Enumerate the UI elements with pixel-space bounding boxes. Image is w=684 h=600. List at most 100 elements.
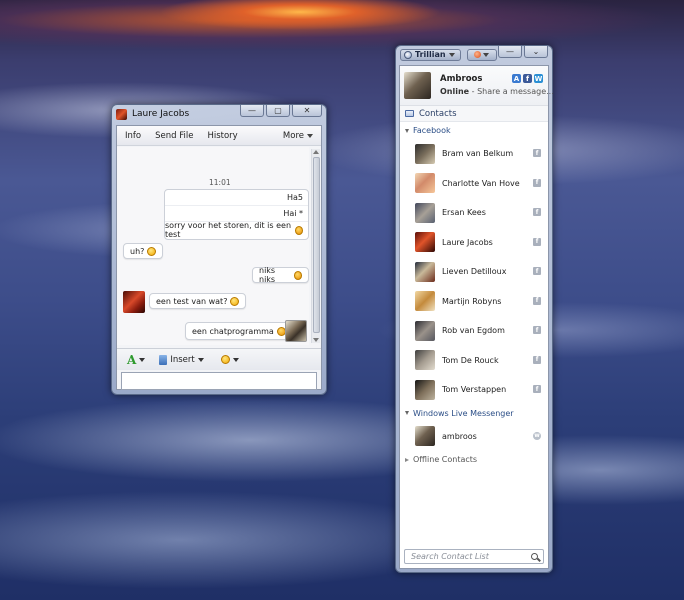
facebook-icon: f	[533, 355, 541, 364]
facebook-icon: f	[533, 267, 541, 275]
search-icon[interactable]	[531, 553, 538, 560]
contact-item[interactable]: Ersan Kees f	[400, 198, 548, 228]
contact-item[interactable]: Tom De Rouck f	[400, 346, 548, 376]
user-avatar[interactable]	[404, 72, 431, 99]
contact-item[interactable]: Lieven Detilloux f	[400, 257, 548, 287]
contact-avatar	[415, 143, 435, 164]
chat-menubar: Info Send File History More	[117, 126, 321, 146]
group-label: Windows Live Messenger	[413, 408, 514, 418]
trillian-menu-button[interactable]: Trillian	[400, 48, 461, 61]
outgoing-message-group: Ha5 Hai * sorry voor het storen, dit is …	[164, 189, 309, 240]
contact-avatar	[415, 261, 435, 282]
contact-name: Charlotte Van Hove	[442, 178, 520, 188]
windows-live-icon[interactable]: W	[534, 74, 543, 83]
minimize-button[interactable]: —	[240, 105, 264, 117]
incoming-message: uh?	[123, 243, 164, 259]
emoticon-icon	[220, 355, 230, 364]
group-label: Facebook	[413, 126, 451, 135]
contact-avatar	[415, 379, 435, 400]
chat-titlebar[interactable]: Laure Jacobs — ▢ ✕	[112, 105, 326, 123]
contact-item[interactable]: Tom Verstappen f	[400, 375, 548, 405]
contact-item[interactable]: ambroos w	[400, 422, 548, 452]
message-line: Hai *	[165, 206, 308, 222]
insert-icon	[159, 354, 168, 365]
contact-avatar	[415, 291, 435, 312]
profile-status[interactable]: Online - Share a message...	[440, 87, 554, 96]
message-text: Hai *	[283, 209, 303, 218]
collapse-icon	[405, 457, 409, 462]
smile-emoticon-icon	[147, 246, 157, 256]
conversation-area: 11:01 Ha5 Hai * sorry voor het storen, d…	[117, 147, 309, 345]
menu-history[interactable]: History	[207, 131, 237, 141]
message-text: Ha5	[286, 193, 303, 202]
contact-item[interactable]: Charlotte Van Hove f	[400, 169, 548, 199]
status-button[interactable]	[466, 48, 497, 61]
facebook-icon: f	[533, 208, 541, 216]
contact-avatar	[415, 232, 435, 253]
chat-body: Info Send File History More 11:01 Ha5 Ha…	[116, 125, 322, 390]
facebook-icon: f	[533, 237, 541, 246]
scroll-up-icon[interactable]	[313, 150, 319, 154]
contact-name: Lieven Detilloux	[442, 267, 507, 277]
contact-item[interactable]: Laure Jacobs f	[400, 228, 548, 258]
aim-icon[interactable]: A	[512, 74, 521, 83]
chat-window-title: Laure Jacobs	[132, 109, 190, 119]
contact-avatar	[415, 426, 435, 447]
menu-more-label: More	[282, 130, 304, 141]
insert-button[interactable]: Insert	[159, 354, 204, 365]
group-windows-live-messenger[interactable]: Windows Live Messenger	[400, 405, 548, 422]
chevron-down-icon	[483, 52, 490, 57]
contact-list-window: Trillian — ⌄ Ambroos Online - Share a me…	[395, 45, 554, 573]
minimize-button[interactable]: —	[498, 46, 522, 58]
contact-item[interactable]: Bram van Belkum f	[400, 139, 548, 169]
chevron-down-icon	[197, 357, 204, 362]
search-placeholder: Search Contact List	[411, 552, 489, 561]
message-input[interactable]	[121, 372, 317, 390]
status-icon	[474, 51, 482, 58]
trillian-logo-icon	[404, 50, 412, 59]
contact-name: Martijn Robyns	[442, 296, 502, 306]
contact-name: Ersan Kees	[442, 208, 486, 218]
facebook-icon: f	[533, 296, 541, 305]
windows-live-icon: w	[533, 431, 541, 440]
search-input[interactable]: Search Contact List	[404, 549, 544, 564]
conversation-scrollbar[interactable]	[311, 149, 320, 343]
expand-icon	[405, 128, 409, 133]
message-text: een test van wat?	[156, 296, 228, 306]
scroll-down-icon[interactable]	[313, 338, 319, 342]
emoticon-button[interactable]	[218, 355, 239, 364]
contacts-label: Contacts	[419, 108, 457, 119]
facebook-icon: f	[533, 385, 541, 393]
contact-item[interactable]: Rob van Egdom f	[400, 316, 548, 346]
status-message: - Share a message...	[469, 87, 554, 96]
group-offline-contacts[interactable]: Offline Contacts	[400, 451, 548, 468]
chat-window: Laure Jacobs — ▢ ✕ Info Send File Histor…	[111, 104, 327, 395]
font-button[interactable]: A	[127, 353, 146, 367]
outgoing-message: een chatprogramma	[185, 322, 293, 340]
contact-avatar	[415, 173, 435, 194]
scrollbar-thumb[interactable]	[313, 157, 320, 333]
contact-list-titlebar[interactable]: Trillian — ⌄	[396, 46, 552, 63]
wink-emoticon-icon	[293, 270, 302, 280]
contacts-section-header[interactable]: Contacts	[400, 106, 548, 122]
message-text: uh?	[130, 246, 145, 256]
profile-name: Ambroos	[440, 74, 483, 84]
group-facebook[interactable]: Facebook	[400, 122, 548, 139]
message-text: een chatprogramma	[192, 326, 274, 336]
contact-item[interactable]: Martijn Robyns f	[400, 287, 548, 317]
smile-emoticon-icon	[230, 296, 240, 306]
facebook-icon[interactable]: f	[523, 74, 532, 83]
contact-avatar	[123, 291, 145, 313]
contact-avatar	[415, 350, 435, 371]
contact-name: Bram van Belkum	[442, 149, 514, 159]
close-button[interactable]: ✕	[292, 105, 322, 117]
menu-info[interactable]: Info	[125, 131, 141, 141]
message-text: sorry voor het storen, dit is een test	[165, 221, 292, 239]
message-line: sorry voor het storen, dit is een test	[165, 221, 308, 239]
menu-send-file[interactable]: Send File	[155, 131, 193, 141]
expand-icon	[405, 411, 409, 415]
menu-more[interactable]: More	[283, 131, 313, 141]
window-menu-button[interactable]: ⌄	[524, 46, 548, 58]
contact-name: Tom De Rouck	[442, 355, 499, 365]
maximize-button[interactable]: ▢	[266, 105, 290, 117]
